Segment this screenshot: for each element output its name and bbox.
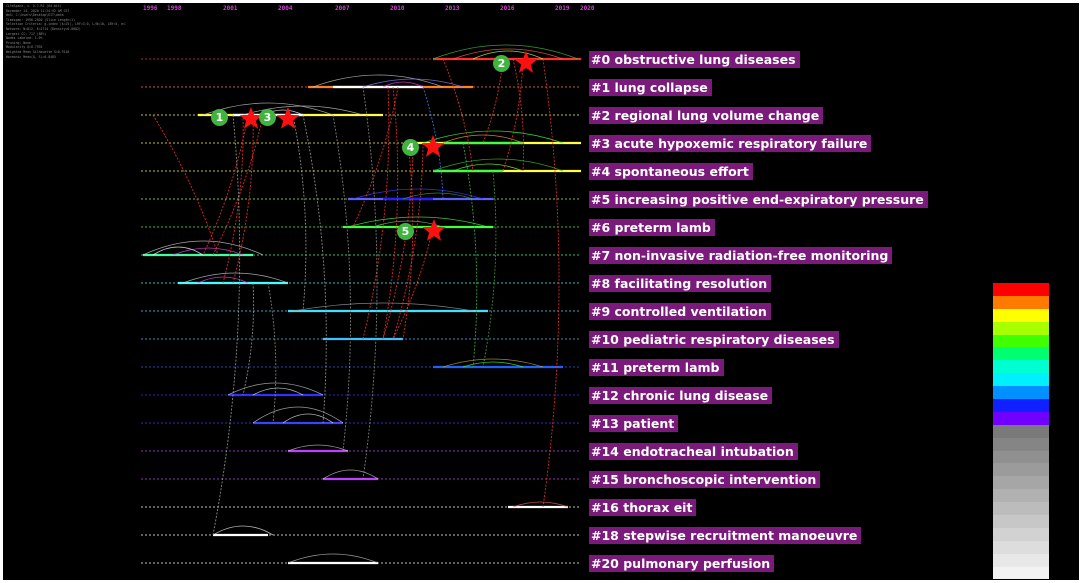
burst-star-icon <box>514 51 538 73</box>
legend-swatch <box>993 476 1049 490</box>
legend-swatch <box>993 386 1049 400</box>
citation-link <box>212 114 241 536</box>
legend-swatch <box>993 437 1049 451</box>
cluster-label[interactable]: #14 endotracheal intubation <box>589 443 798 460</box>
co-citation-arc <box>182 272 289 284</box>
legend-swatch <box>993 527 1049 541</box>
legend-swatch <box>993 399 1049 412</box>
co-citation-arc <box>287 553 379 564</box>
legend-swatch <box>993 308 1049 322</box>
cluster-label[interactable]: #11 preterm lamb <box>589 359 724 376</box>
burst-star-icon <box>421 135 445 157</box>
citation-link <box>382 86 399 340</box>
co-citation-arc <box>442 358 544 368</box>
cluster-label[interactable]: #7 non-invasive radiation-free monitorin… <box>589 247 893 264</box>
year-label: 2013 <box>445 5 460 12</box>
cluster-label[interactable]: #2 regional lung volume change <box>589 107 824 124</box>
cluster-label[interactable]: #3 acute hypoxemic respiratory failure <box>589 135 872 152</box>
co-citation-arc <box>432 158 564 172</box>
legend-swatch <box>993 347 1049 361</box>
citation-link <box>362 86 390 340</box>
color-legend <box>993 283 1049 580</box>
co-citation-arc <box>292 302 474 312</box>
co-citation-arc <box>352 188 484 200</box>
citation-link <box>292 114 307 312</box>
legend-swatch <box>993 360 1049 374</box>
cluster-label[interactable]: #12 chronic lung disease <box>589 387 773 404</box>
citation-link <box>242 282 255 396</box>
year-label: 1996 <box>143 5 158 12</box>
legend-swatch <box>993 424 1049 438</box>
legend-swatch <box>993 540 1049 554</box>
cluster-label[interactable]: #10 pediatric respiratory diseases <box>589 331 839 348</box>
year-label: 2019 <box>555 5 570 12</box>
year-label: 2004 <box>278 5 293 12</box>
reference-marker: 4 <box>402 139 419 156</box>
citation-link <box>482 170 497 368</box>
legend-swatch <box>993 295 1049 309</box>
reference-marker: 3 <box>259 109 276 126</box>
legend-swatch <box>993 321 1049 335</box>
cluster-label[interactable]: #0 obstructive lung diseases <box>589 51 800 68</box>
year-label: 2001 <box>223 5 238 12</box>
reference-marker: 2 <box>493 55 510 72</box>
network-summary-line: Harmonic Mean(Q, S)=0.8485 <box>6 54 56 59</box>
legend-swatch <box>993 489 1049 503</box>
legend-swatch <box>993 463 1049 477</box>
reference-marker: 5 <box>397 223 414 240</box>
year-label: 2016 <box>500 5 515 12</box>
cluster-label[interactable]: #9 controlled ventilation <box>589 303 771 320</box>
network-summary-text: CiteSpace, v. 5.7.R2 (64-bit) December 14… <box>6 4 126 59</box>
co-citation-arc <box>312 74 444 88</box>
reference-marker: 1 <box>211 109 228 126</box>
legend-swatch <box>993 334 1049 348</box>
citation-link <box>302 114 327 424</box>
cluster-label[interactable]: #5 increasing positive end-expiratory pr… <box>589 191 928 208</box>
legend-swatch <box>993 566 1049 580</box>
legend-swatch <box>993 553 1049 567</box>
citation-link <box>267 282 277 424</box>
timeline-graph <box>141 44 581 565</box>
citation-link <box>202 114 249 256</box>
year-label: 2007 <box>335 5 350 12</box>
year-label: 2010 <box>390 5 405 12</box>
cluster-label[interactable]: #15 bronchoscopic intervention <box>589 471 821 488</box>
cluster-label[interactable]: #8 facilitating resolution <box>589 275 772 292</box>
co-citation-arc <box>282 413 334 424</box>
legend-swatch <box>993 373 1049 387</box>
cluster-label[interactable]: #16 thorax eit <box>589 499 697 516</box>
cluster-label[interactable]: #4 spontaneous effort <box>589 163 753 180</box>
cluster-label[interactable]: #6 preterm lamb <box>589 219 715 236</box>
cluster-label[interactable]: #20 pulmonary perfusion <box>589 555 775 572</box>
co-citation-arc <box>347 216 489 228</box>
legend-swatch <box>993 515 1049 528</box>
year-label: 2020 <box>580 5 595 12</box>
legend-swatch <box>993 450 1049 464</box>
cluster-label[interactable]: #18 stepwise recruitment manoeuvre <box>589 527 862 544</box>
co-citation-arc <box>422 130 564 144</box>
legend-swatch <box>993 502 1049 516</box>
cluster-label[interactable]: #13 patient <box>589 415 679 432</box>
legend-swatch <box>993 411 1049 425</box>
co-citation-arc <box>322 469 379 480</box>
year-label: 1998 <box>167 5 182 12</box>
co-citation-arc <box>212 525 274 536</box>
citation-link <box>352 86 399 228</box>
timeline-view-canvas[interactable]: CiteSpace, v. 5.7.R2 (64-bit) December 14… <box>3 3 1079 580</box>
citation-link <box>152 114 219 256</box>
cluster-label[interactable]: #1 lung collapse <box>589 79 712 96</box>
legend-swatch <box>993 283 1049 296</box>
citation-link <box>402 142 414 340</box>
